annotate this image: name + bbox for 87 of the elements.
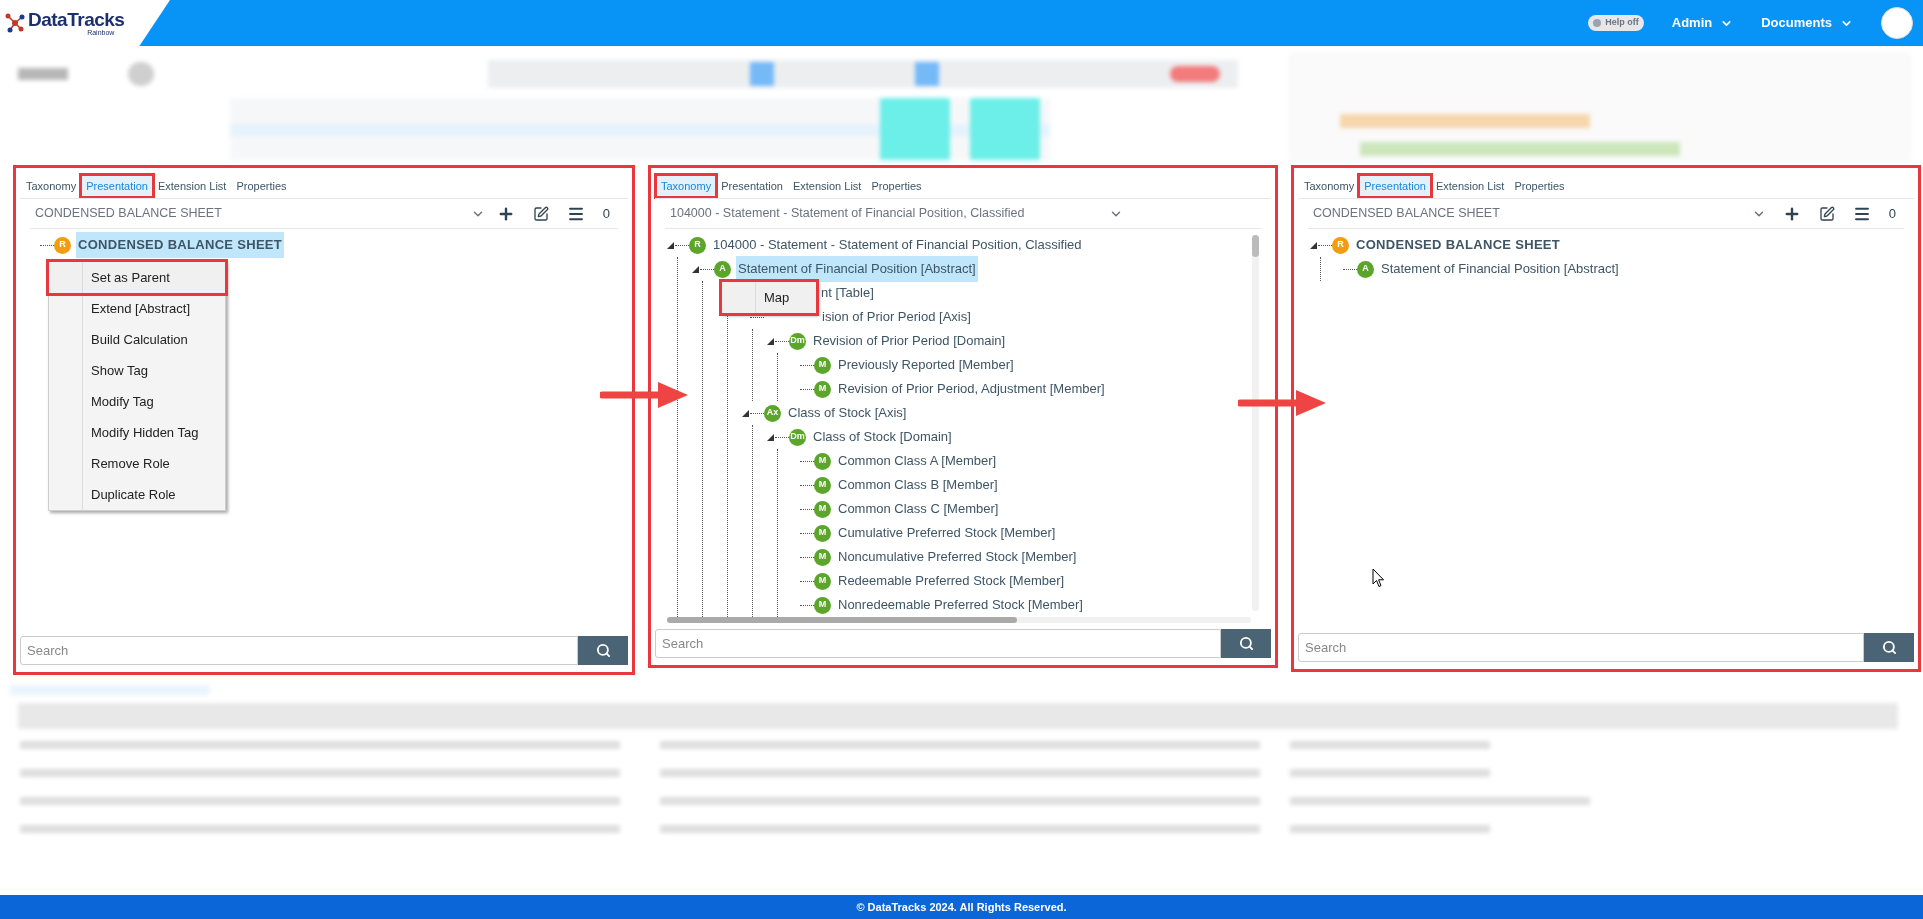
- copyright-text: © DataTracks 2024. All Rights Reserved.: [856, 899, 1067, 915]
- search-button[interactable]: [1864, 633, 1914, 662]
- role-dropdown[interactable]: CONDENSED BALANCE SHEET: [1308, 204, 1778, 223]
- panel-tab[interactable]: Taxonomy: [657, 175, 716, 197]
- node-type-badge: M: [814, 548, 831, 566]
- tree-node-label[interactable]: Common Class C [Member]: [836, 499, 1001, 519]
- item-count: 0: [602, 204, 610, 223]
- panel-tab[interactable]: Extension List: [153, 175, 231, 197]
- search-field[interactable]: Search: [655, 629, 1221, 658]
- tree-node-label[interactable]: Noncumulative Preferred Stock [Member]: [836, 547, 1079, 567]
- node-type-badge: M: [814, 356, 831, 374]
- search-button[interactable]: [1221, 629, 1271, 658]
- role-dropdown[interactable]: CONDENSED BALANCE SHEET: [30, 204, 497, 223]
- panel-tab[interactable]: Properties: [232, 175, 291, 197]
- tree-node-label[interactable]: Class of Stock [Domain]: [811, 427, 954, 447]
- tree-node-label[interactable]: nt [Table]: [819, 283, 876, 303]
- context-menu-item[interactable]: Set as Parent: [49, 262, 225, 293]
- panel-tab[interactable]: Properties: [867, 175, 926, 197]
- panel-tab[interactable]: Taxonomy: [1300, 175, 1359, 197]
- node-type-badge: M: [814, 452, 831, 470]
- node-type-badge: M: [814, 476, 831, 494]
- panel-tab[interactable]: Presentation: [1360, 175, 1430, 197]
- search-icon: [1238, 636, 1254, 651]
- edit-icon[interactable]: [532, 205, 549, 222]
- node-type-badge: M: [814, 524, 831, 542]
- context-menu-item[interactable]: Build Calculation: [49, 324, 225, 355]
- expand-triangle-icon[interactable]: [767, 337, 774, 345]
- help-toggle[interactable]: Help off: [1588, 15, 1644, 31]
- node-type-badge: R: [54, 236, 71, 254]
- panel-tab[interactable]: Presentation: [717, 175, 787, 197]
- tree-node-label[interactable]: Nonredeemable Preferred Stock [Member]: [836, 595, 1085, 615]
- expand-triangle-icon[interactable]: [767, 433, 774, 441]
- search-icon: [1881, 640, 1897, 655]
- expand-triangle-icon[interactable]: [1310, 241, 1317, 249]
- vertical-scrollbar[interactable]: [1252, 235, 1259, 611]
- panel-tab[interactable]: Taxonomy: [22, 175, 81, 197]
- mouse-cursor-icon: [1372, 568, 1385, 588]
- search-field[interactable]: Search: [20, 636, 578, 665]
- search-button[interactable]: [578, 636, 628, 665]
- tree-node-label[interactable]: Common Class B [Member]: [836, 475, 1000, 495]
- panel-tab[interactable]: Extension List: [1431, 175, 1509, 197]
- context-menu-item[interactable]: Extend [Abstract]: [49, 293, 225, 324]
- edit-icon[interactable]: [1818, 205, 1835, 222]
- expand-triangle-icon[interactable]: [692, 265, 699, 273]
- item-count: 0: [1888, 204, 1896, 223]
- role-dropdown[interactable]: 104000 - Statement - Statement of Financial Position, Classified: [665, 204, 1135, 223]
- expand-triangle-icon[interactable]: [742, 409, 749, 417]
- panel-tab[interactable]: Presentation: [82, 175, 152, 197]
- expand-triangle-icon[interactable]: [667, 241, 674, 249]
- tree-node-label[interactable]: CONDENSED BALANCE SHEET: [1354, 235, 1563, 255]
- tree-node-label[interactable]: Statement of Financial Position [Abstract]: [736, 256, 978, 282]
- context-menu-item[interactable]: Modify Tag: [49, 386, 225, 417]
- search-icon: [595, 643, 611, 658]
- tree-node-label[interactable]: 104000 - Statement - Statement of Financial Position, Classified: [711, 235, 1084, 255]
- node-type-badge: M: [814, 596, 831, 614]
- node-type-badge: M: [814, 572, 831, 590]
- tree-node-label[interactable]: CONDENSED BALANCE SHEET: [76, 232, 285, 258]
- logo-icon: [4, 12, 26, 34]
- search-field[interactable]: Search: [1298, 633, 1864, 662]
- tree-node-label[interactable]: Statement of Financial Position [Abstract]: [1379, 259, 1621, 279]
- tree-node-label[interactable]: Common Class A [Member]: [836, 451, 999, 471]
- tree-node-label[interactable]: Cumulative Preferred Stock [Member]: [836, 523, 1058, 543]
- tree-node-label[interactable]: Redeemable Preferred Stock [Member]: [836, 571, 1067, 591]
- tree-node-label[interactable]: Revision of Prior Period, Adjustment [Member]: [836, 379, 1107, 399]
- node-type-badge: M: [814, 500, 831, 518]
- context-menu-item[interactable]: Duplicate Role: [49, 479, 225, 510]
- node-type-badge: Dm: [789, 428, 806, 446]
- panel-tab[interactable]: Properties: [1510, 175, 1569, 197]
- context-menu-item[interactable]: Remove Role: [49, 448, 225, 479]
- node-type-badge: Dm: [789, 332, 806, 350]
- context-menu-item[interactable]: Map: [722, 282, 816, 313]
- panel-tab[interactable]: Extension List: [788, 175, 866, 197]
- logo-text: DataTracks: [28, 10, 125, 29]
- node-type-badge: R: [689, 236, 706, 254]
- horizontal-scrollbar[interactable]: [667, 617, 1251, 623]
- node-type-badge: R: [1332, 236, 1349, 254]
- tree-node-label[interactable]: Class of Stock [Axis]: [786, 403, 909, 423]
- node-type-badge: A: [714, 260, 731, 278]
- tree-node-label[interactable]: Revision of Prior Period [Domain]: [811, 331, 1008, 351]
- node-type-badge: M: [814, 380, 831, 398]
- tree-node-label[interactable]: Previously Reported [Member]: [836, 355, 1016, 375]
- node-type-badge: A: [1357, 260, 1374, 278]
- context-menu-item[interactable]: Modify Hidden Tag: [49, 417, 225, 448]
- avatar-icon[interactable]: [1881, 7, 1913, 39]
- tree-node-label[interactable]: ision of Prior Period [Axis]: [820, 307, 973, 327]
- context-menu-item[interactable]: Show Tag: [49, 355, 225, 386]
- node-type-badge: Ax: [764, 404, 781, 422]
